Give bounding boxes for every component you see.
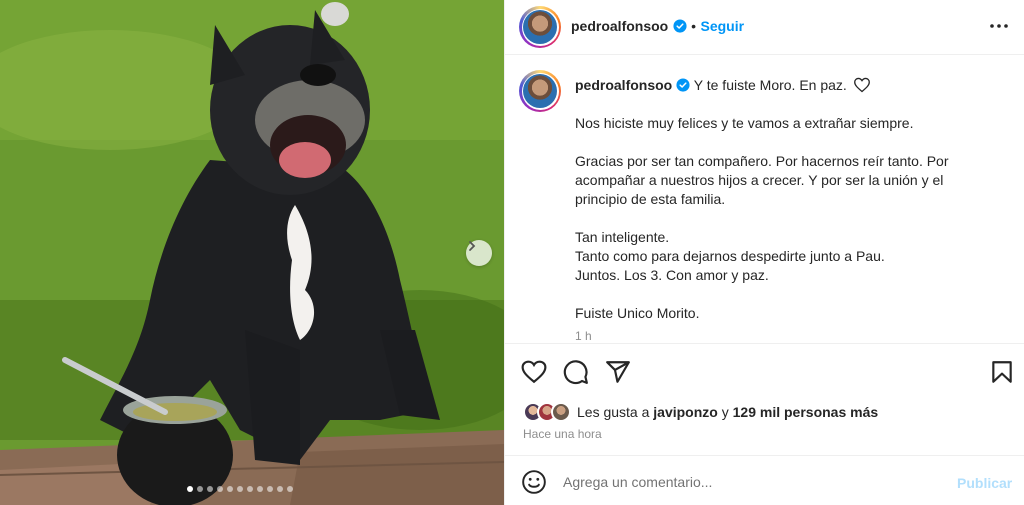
- post-media[interactable]: [0, 0, 504, 505]
- more-horizontal-icon[interactable]: [987, 16, 1011, 36]
- carousel-dot: [267, 486, 273, 492]
- header-user-row: pedroalfonsoo • Seguir: [571, 18, 744, 36]
- add-comment-bar: Publicar: [505, 455, 1024, 505]
- caption-title: Y te fuiste Moro. En paz.: [693, 77, 847, 93]
- carousel-next-button[interactable]: [466, 240, 492, 266]
- carousel-dot: [227, 486, 233, 492]
- avatar[interactable]: [519, 6, 561, 48]
- post-date[interactable]: Hace una hora: [523, 427, 602, 441]
- likes-text: Les gusta a javiponzo y 129 mil personas…: [577, 404, 878, 420]
- caption-profile-picture: [523, 74, 557, 108]
- bookmark-icon[interactable]: [989, 359, 1015, 385]
- carousel-dot: [277, 486, 283, 492]
- caption-timestamp[interactable]: 1 h: [575, 329, 592, 343]
- separator-dot: •: [691, 18, 697, 34]
- share-icon[interactable]: [605, 359, 631, 385]
- chevron-right-icon: [469, 241, 476, 251]
- post-panel: pedroalfonsoo • Seguir pedroalfonsoo Y t…: [504, 0, 1024, 505]
- caption-avatar[interactable]: [519, 70, 561, 112]
- carousel-dot: [287, 486, 293, 492]
- likes-connector: y: [721, 404, 729, 420]
- carousel-indicator: [0, 486, 480, 492]
- post-header: pedroalfonsoo • Seguir: [505, 0, 1024, 55]
- verified-badge-icon: [673, 19, 687, 33]
- likes-prefix: Les gusta a: [577, 404, 650, 420]
- carousel-dot: [197, 486, 203, 492]
- liker-username[interactable]: javiponzo: [653, 404, 718, 420]
- publish-button[interactable]: Publicar: [957, 475, 1012, 491]
- carousel-dot: [207, 486, 213, 492]
- verified-badge-icon: [676, 78, 690, 92]
- carousel-dot: [217, 486, 223, 492]
- caption-paragraph: Fuiste Unico Morito.: [575, 305, 700, 321]
- comments-section: pedroalfonsoo Y te fuiste Moro. En paz. …: [505, 56, 1024, 344]
- profile-picture: [523, 10, 557, 44]
- caption-header: pedroalfonsoo Y te fuiste Moro. En paz.: [575, 76, 871, 94]
- emoji-icon[interactable]: [521, 469, 547, 495]
- caption-body: Nos hiciste muy felices y te vamos a ext…: [575, 114, 995, 342]
- carousel-dot: [247, 486, 253, 492]
- caption-paragraph: Tan inteligente. Tanto como para dejarno…: [575, 229, 885, 283]
- post-photo: [0, 0, 504, 505]
- caption-paragraph: Nos hiciste muy felices y te vamos a ext…: [575, 115, 914, 131]
- liker-avatar: [551, 402, 571, 422]
- carousel-dot: [187, 486, 193, 492]
- likes-row: Les gusta a javiponzo y 129 mil personas…: [523, 401, 878, 423]
- action-bar: [505, 345, 1024, 397]
- carousel-dot: [237, 486, 243, 492]
- caption-heart-icon[interactable]: [853, 77, 871, 93]
- comment-input[interactable]: [563, 470, 933, 494]
- caption-paragraph: Gracias por ser tan compañero. Por hacer…: [575, 153, 949, 207]
- heart-icon[interactable]: [521, 359, 547, 385]
- follow-button[interactable]: Seguir: [701, 18, 745, 34]
- carousel-dot: [257, 486, 263, 492]
- caption-username[interactable]: pedroalfonsoo: [575, 77, 672, 93]
- header-username[interactable]: pedroalfonsoo: [571, 18, 668, 34]
- likes-count[interactable]: 129 mil personas más: [733, 404, 879, 420]
- comment-icon[interactable]: [563, 359, 589, 385]
